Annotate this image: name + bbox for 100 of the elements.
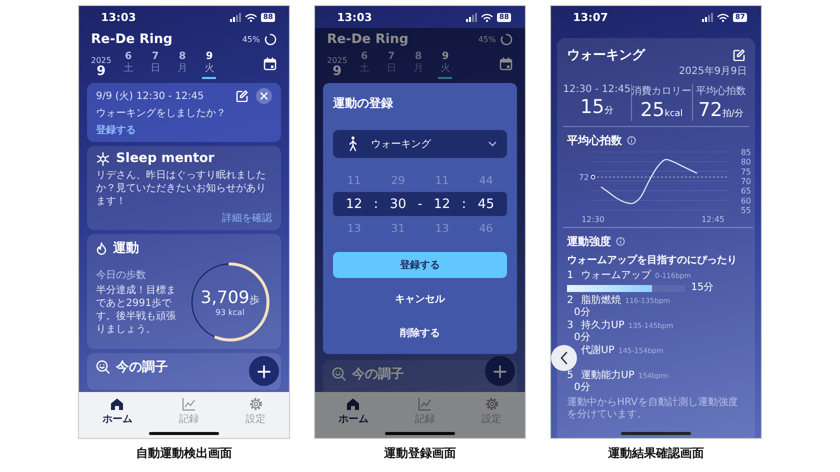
text-button[interactable]: キャンセル (333, 286, 507, 312)
nav-tab[interactable]: ホーム (338, 397, 368, 426)
zone-number: 3 (567, 320, 574, 332)
caret-icon (488, 141, 497, 147)
calorie-count: 93 kcal (216, 308, 244, 316)
close-icon (260, 92, 268, 100)
walking-person-icon (347, 136, 359, 152)
app-title: Re-De Ring (327, 32, 408, 47)
flame-icon (96, 242, 107, 254)
home-indicator (385, 432, 455, 435)
detection-question: ウォーキングをしましたか？ (96, 107, 227, 120)
stat-label: 消費カロリー (632, 84, 692, 98)
picker-value[interactable]: 12 (431, 196, 453, 212)
house-icon (110, 397, 124, 411)
smiley-magnifier-icon (332, 367, 346, 381)
chart-icon (182, 397, 196, 411)
add-button[interactable]: + (485, 356, 515, 386)
screen-caption: 自動運動検出画面 (136, 445, 232, 462)
nav-tab[interactable]: 設定 (246, 397, 266, 426)
section-title: 運動強度 (567, 234, 611, 249)
month-label: 9 (96, 65, 106, 79)
back-button[interactable] (551, 345, 577, 371)
zone-name: 脂肪燃焼 (581, 295, 621, 307)
date-tab[interactable]: 7 日 (148, 51, 162, 79)
nav-tab[interactable]: ホーム (102, 397, 132, 426)
home-indicator (149, 432, 219, 435)
dialog-title: 運動の登録 (333, 95, 394, 112)
picker-value[interactable]: 30 (387, 196, 409, 212)
date-tab[interactable]: 6 土 (121, 51, 136, 79)
sync-percentage: 45% (242, 35, 260, 44)
axis-tick-label: 85 (740, 148, 751, 157)
info-icon (627, 136, 636, 145)
time-separator: - (416, 196, 424, 212)
card-message: リデさん、昨日はぐっすり眠れましたか？見ていただきたいお知らせがあります！ (96, 169, 267, 208)
picker-value[interactable]: 12 (343, 196, 365, 212)
chart-icon (418, 397, 432, 411)
card-title: 今の調子 (352, 366, 404, 383)
axis-tick-label: 80 (740, 158, 751, 167)
stat-value: 15分 (580, 96, 614, 118)
activity-date: 2025年9月9日 (678, 65, 748, 78)
stat-value: 25 kcal (640, 99, 683, 121)
screen-caption: 運動結果確認画面 (608, 445, 704, 462)
date-tab[interactable]: 9 火 (438, 51, 452, 79)
average-label: 72 (578, 173, 589, 182)
date-tab[interactable]: 9 火 (202, 51, 216, 79)
home-indicator (621, 432, 691, 435)
stat-label: 12:30 - 12:45 (563, 84, 631, 95)
wifi-icon (481, 12, 494, 22)
axis-tick-label: 60 (740, 196, 751, 206)
zone-number: 5 (567, 370, 574, 382)
card-title: 今の調子 (116, 358, 168, 376)
intensity-summary: ウォームアップを目指すのにぴったり (566, 253, 738, 267)
edit-icon (236, 90, 248, 102)
nav-tab[interactable]: 記録 (178, 397, 199, 426)
add-button[interactable]: + (249, 356, 279, 386)
calendar-icon (499, 57, 513, 71)
axis-tick-label: 12:45 (701, 215, 725, 224)
stat-value: 72 拍/分 (698, 99, 744, 121)
snowflake-icon (96, 152, 110, 166)
calendar-icon (263, 57, 277, 71)
year-label: 2025 (327, 56, 348, 65)
settings-icon (484, 397, 499, 411)
zone-name: 代謝UP (581, 345, 614, 357)
clock-time: 13:03 (101, 10, 136, 24)
text-button[interactable]: 削除する (333, 320, 507, 346)
register-button[interactable]: 登録する (333, 252, 507, 278)
zone-number: 1 (567, 270, 574, 282)
step-count: 3,709歩 (200, 288, 260, 308)
time-separator: : (460, 196, 468, 212)
wifi-icon (245, 12, 258, 22)
info-icon (616, 237, 625, 246)
zone-duration: 0分 (573, 332, 590, 344)
edit-icon (733, 49, 745, 61)
clock-time: 13:03 (337, 10, 372, 24)
detected-time: 9/9 (火) 12:30 - 12:45 (96, 90, 205, 103)
signal-icon (230, 12, 242, 22)
picker-value[interactable]: 45 (475, 196, 497, 212)
details-link[interactable]: 詳細を確認 (222, 211, 272, 225)
axis-tick-label: 55 (740, 206, 751, 215)
close-button[interactable] (256, 88, 272, 104)
section-title: 平均心拍数 (567, 133, 622, 148)
screen-caption: 運動登録画面 (384, 445, 456, 462)
time-separator: : (372, 196, 380, 212)
axis-tick-label: 65 (740, 186, 751, 196)
zone-number: 2 (567, 295, 574, 307)
year-label: 2025 (91, 56, 112, 65)
footnote-text: 運動中からHRVを自動計測し運動強度を分けています。 (566, 397, 739, 422)
axis-tick-label: 75 (740, 167, 751, 176)
zone-duration: 0分 (573, 382, 590, 394)
zone-name: 運動能力UP (581, 370, 634, 382)
zone-name: ウォームアップ (581, 270, 651, 282)
stat-label: 平均心拍数 (696, 84, 746, 98)
activity-dropdown[interactable]: ウォーキング (333, 130, 507, 158)
card-subtitle: 今日の歩数 (96, 268, 147, 282)
zone-duration: 0分 (573, 307, 590, 319)
sync-percentage: 45% (478, 35, 496, 44)
date-tab[interactable]: 8 月 (175, 51, 190, 79)
zone-duration: 15分 (691, 282, 714, 294)
register-link[interactable]: 登録する (96, 123, 136, 137)
card-title: Sleep mentor (116, 151, 214, 166)
